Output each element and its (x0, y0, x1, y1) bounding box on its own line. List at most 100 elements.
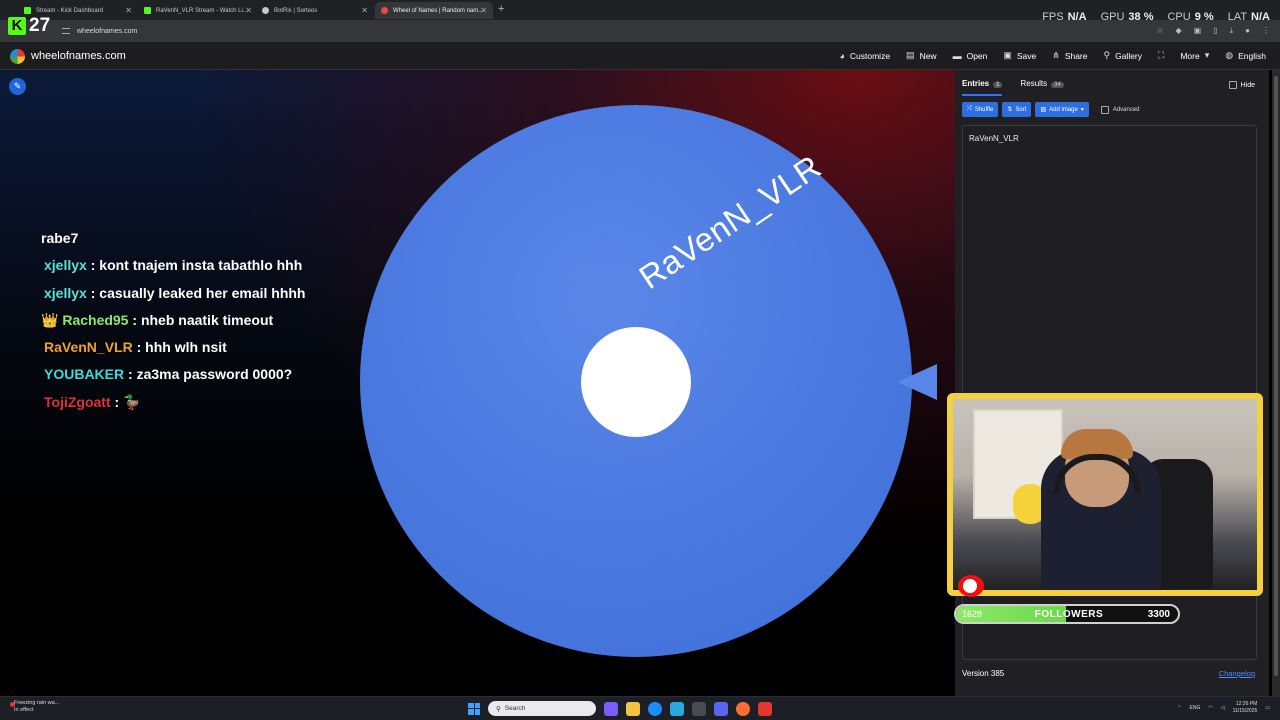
clock[interactable]: 12:26 PM 11/15/2025 (1233, 701, 1258, 715)
wheel-logo-icon (10, 49, 25, 64)
duck-emote-icon: 🦆 (123, 393, 141, 410)
browser-tab-wheel-of-names[interactable]: Wheel of Names | Random nam... ✕ (375, 2, 493, 19)
share-button[interactable]: ⋔ Share (1052, 50, 1087, 61)
tab-entries[interactable]: Entries 1 (962, 79, 1003, 96)
close-icon[interactable]: ✕ (480, 6, 487, 15)
chat-username: TojiZgoatt (44, 393, 111, 410)
advanced-toggle[interactable]: Advanced (1100, 105, 1140, 114)
new-tab-button[interactable]: + (498, 3, 504, 15)
chat-message: RaVenN_VLR : hhh wlh nsit (44, 339, 227, 356)
profile-icon[interactable]: ● (1245, 26, 1250, 36)
entries-toolbar: ⤮ Shuffle ⇅ Sort ▨ Add image ▾ Advanced (962, 102, 1140, 117)
address-bar: wheelofnames.com (0, 20, 1280, 42)
chat-text: kont tnajem insta tabathlo hhh (99, 257, 303, 274)
sort-button[interactable]: ⇅ Sort (1002, 102, 1032, 117)
chevron-up-icon[interactable]: ⌃ (1177, 705, 1181, 711)
hide-toggle[interactable]: Hide (1228, 81, 1255, 89)
chat-username: xjellyx (44, 284, 87, 301)
add-image-button[interactable]: ▨ Add image ▾ (1035, 102, 1089, 117)
edge-browser-icon[interactable] (648, 701, 662, 716)
crown-badge-icon: 👑 (41, 311, 59, 328)
scrollbar-thumb[interactable] (1274, 76, 1278, 676)
discord-icon[interactable] (714, 701, 728, 716)
chat-text: nheb naatik timeout (140, 311, 274, 328)
save-button[interactable]: ▣ Save (1003, 50, 1036, 61)
site-settings-icon[interactable] (62, 28, 70, 34)
store-icon[interactable] (670, 701, 684, 716)
terminal-icon[interactable] (692, 701, 706, 716)
edit-pencil-button[interactable]: ✎ (9, 78, 26, 95)
chat-username: RaVenN_VLR (44, 339, 133, 356)
language-button[interactable]: ◍ English (1225, 50, 1266, 61)
download-icon[interactable]: ⤓ (1230, 26, 1234, 36)
chat-username: Rached95 (62, 311, 129, 328)
sidebar-icon[interactable]: ▯ (1213, 26, 1217, 36)
browser-tab-bar: Stream - Kick Dashboard ✕ RaVenN_VLR Str… (0, 0, 1280, 23)
chat-text: casually leaked her email hhhh (99, 284, 306, 301)
gallery-button[interactable]: ⚲ Gallery (1104, 50, 1143, 61)
chat-username: YOUBAKER (44, 366, 125, 383)
tab-results[interactable]: Results 34 (1020, 79, 1064, 96)
chat-message: xjellyx : casually leaked her email hhhh (44, 284, 306, 301)
customize-button[interactable]: ◕ Customize (839, 50, 890, 61)
weather-alert-icon (10, 702, 15, 707)
wheel-center-hub[interactable] (581, 327, 691, 437)
entry-line: RaVenN_VLR (969, 134, 1019, 143)
site-brand[interactable]: wheelofnames.com (31, 50, 126, 62)
close-icon[interactable]: ✕ (125, 6, 132, 15)
share-icon: ⋔ (1052, 50, 1060, 60)
followers-goal-bar: 1629 FOLLOWERS 3300 (954, 604, 1180, 624)
main-menu: ◕ Customize ▤ New ▬ Open ▣ Save ⋔ Share ⚲ Gall… (839, 50, 1266, 61)
open-button[interactable]: ▬ Open (953, 50, 988, 61)
star-icon[interactable]: ☆ (1156, 26, 1163, 36)
kick-logo-icon: K (8, 17, 26, 35)
browser-tab-ravenn-stream[interactable]: RaVenN_VLR Stream - Watch Li... ✕ (138, 2, 258, 19)
wifi-icon[interactable]: ◠ (1208, 705, 1212, 711)
chat-message: TojiZgoatt : 🦆 (44, 393, 141, 410)
task-view-icon[interactable] (604, 701, 618, 716)
chat-message: xjellyx : kont tnajem insta tabathlo hhh (44, 257, 303, 274)
wheel-pointer-icon (897, 364, 937, 400)
brave-browser-icon[interactable] (758, 701, 772, 716)
close-icon[interactable]: ✕ (245, 6, 252, 15)
taskbar-search-input[interactable]: ⚲ Search (488, 701, 596, 716)
kick-viewer-badge: K 27 (8, 15, 50, 37)
flag-emblem-icon (963, 579, 977, 593)
more-button[interactable]: More ▾ (1180, 50, 1209, 61)
tab-title: BotRix | Sorteos (274, 7, 318, 14)
url-text: wheelofnames.com (77, 27, 138, 35)
sort-icon: ⇅ (1007, 107, 1013, 113)
hide-checkbox[interactable] (1228, 81, 1237, 89)
chevron-down-icon: ▾ (1080, 107, 1084, 113)
url-field[interactable]: wheelofnames.com (62, 24, 1162, 38)
chrome-icon[interactable] (736, 701, 750, 716)
taskbar-apps: ⚲ Search (468, 701, 772, 716)
new-file-icon: ▤ (906, 50, 915, 60)
windows-start-icon[interactable] (468, 702, 480, 715)
changelog-link[interactable]: Changelog (1219, 669, 1255, 678)
weather-widget[interactable]: Freezing rain wa... In effect (10, 700, 59, 714)
volume-icon[interactable]: ◁ (1221, 705, 1225, 711)
new-button[interactable]: ▤ New (906, 50, 937, 61)
browser-tab-botrix[interactable]: BotRix | Sorteos ✕ (256, 2, 374, 19)
shuffle-button[interactable]: ⤮ Shuffle (962, 102, 999, 117)
lang-indicator[interactable]: ENG (1190, 705, 1201, 711)
extension-icon[interactable]: ◆ (1175, 26, 1181, 36)
followers-label: FOLLOWERS (1034, 609, 1104, 620)
image-icon: ▨ (1040, 107, 1047, 113)
kick-favicon-icon (24, 7, 31, 14)
panel-tabs: Entries 1 Results 34 (962, 79, 1064, 96)
kebab-menu-icon[interactable]: ⋮ (1262, 26, 1270, 36)
chat-username: rabe7 (41, 230, 79, 246)
chat-text: hhh wlh nsit (145, 339, 227, 356)
webcam-overlay (947, 393, 1263, 596)
fullscreen-button[interactable]: ⛶ (1158, 50, 1164, 61)
puzzle-icon[interactable]: ▣ (1194, 26, 1202, 36)
advanced-checkbox[interactable] (1100, 105, 1109, 114)
search-icon: ⚲ (496, 705, 501, 713)
fullscreen-icon: ⛶ (1158, 50, 1165, 60)
viewer-count: 27 (29, 15, 51, 36)
notification-icon[interactable]: ▭ (1265, 705, 1270, 711)
file-explorer-icon[interactable] (626, 701, 640, 716)
close-icon[interactable]: ✕ (361, 6, 368, 15)
